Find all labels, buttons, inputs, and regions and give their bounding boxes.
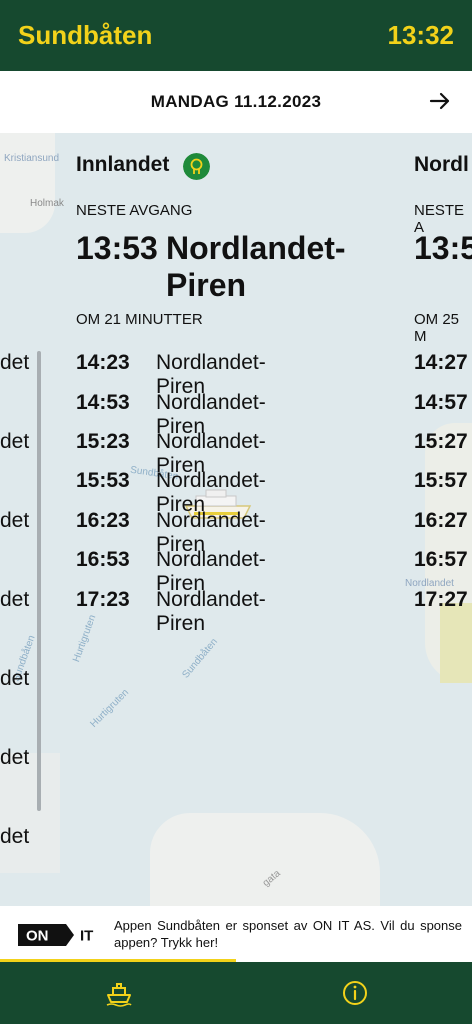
sponsor-banner[interactable]: ON IT Appen Sundbåten er sponset av ON I… [0, 906, 472, 962]
map-label: Hurtigruten [71, 613, 99, 664]
svg-text:ON: ON [26, 928, 49, 945]
map-background[interactable]: Kristiansund Holmak Sundbåten Hurtigrute… [0, 133, 472, 906]
map-land [0, 133, 55, 233]
map-label: Kristiansund [4, 153, 60, 164]
app-title: Sundbåten [18, 20, 153, 50]
next-departure-time: 13:53 [76, 230, 158, 266]
left-panel-fragment: det [0, 825, 30, 848]
map-land [0, 753, 60, 873]
stop-name: Innlandet [76, 153, 170, 176]
map-label: Holmak [30, 198, 64, 209]
current-date: MANDAG 11.12.2023 [150, 92, 322, 111]
right-departure-time: 14:57 [414, 391, 468, 414]
left-panel-fragment: det [0, 667, 30, 690]
scrollbar[interactable] [37, 351, 41, 811]
right-departure-time: 15:57 [414, 469, 468, 492]
right-countdown: OM 25 M [414, 311, 460, 345]
right-departure-time: 14:27 [414, 351, 468, 374]
date-bar: MANDAG 11.12.2023 [0, 71, 472, 133]
tab-bar [0, 962, 472, 1024]
next-departure-destination: Nordlandet-Piren [166, 230, 346, 303]
clock-time: 13:32 [387, 20, 455, 50]
right-next-time: 13:5 [414, 230, 472, 266]
right-departure-time: 17:27 [414, 588, 468, 611]
map-label: Sundbåten [180, 636, 220, 681]
right-stop-name: Nordl [414, 153, 469, 176]
ferry-icon[interactable] [104, 978, 134, 1008]
on-it-logo: ON IT [18, 924, 93, 946]
arrow-right-icon[interactable] [428, 89, 452, 113]
countdown-label: OM 21 MINUTTER [76, 311, 203, 328]
right-departure-time: 15:27 [414, 430, 468, 453]
map-label: Hurtigruten [88, 687, 132, 730]
map-land [440, 603, 472, 683]
map-land [150, 813, 380, 906]
svg-text:IT: IT [80, 928, 93, 945]
left-panel-fragment: det [0, 351, 30, 374]
info-icon[interactable] [340, 978, 370, 1008]
right-departure-time: 16:57 [414, 548, 468, 571]
app-header: Sundbåten 13:32 [0, 0, 472, 71]
left-panel-fragment: det [0, 588, 30, 611]
left-panel-fragment: det [0, 746, 30, 769]
right-departure-time: 16:27 [414, 509, 468, 532]
left-panel-fragment: det [0, 430, 30, 453]
sponsor-text[interactable]: Appen Sundbåten er sponset av ON IT AS. … [114, 917, 462, 951]
stop-sound-icon[interactable] [183, 153, 210, 180]
left-panel-fragment: det [0, 509, 30, 532]
next-departure-label: NESTE AVGANG [76, 202, 193, 219]
